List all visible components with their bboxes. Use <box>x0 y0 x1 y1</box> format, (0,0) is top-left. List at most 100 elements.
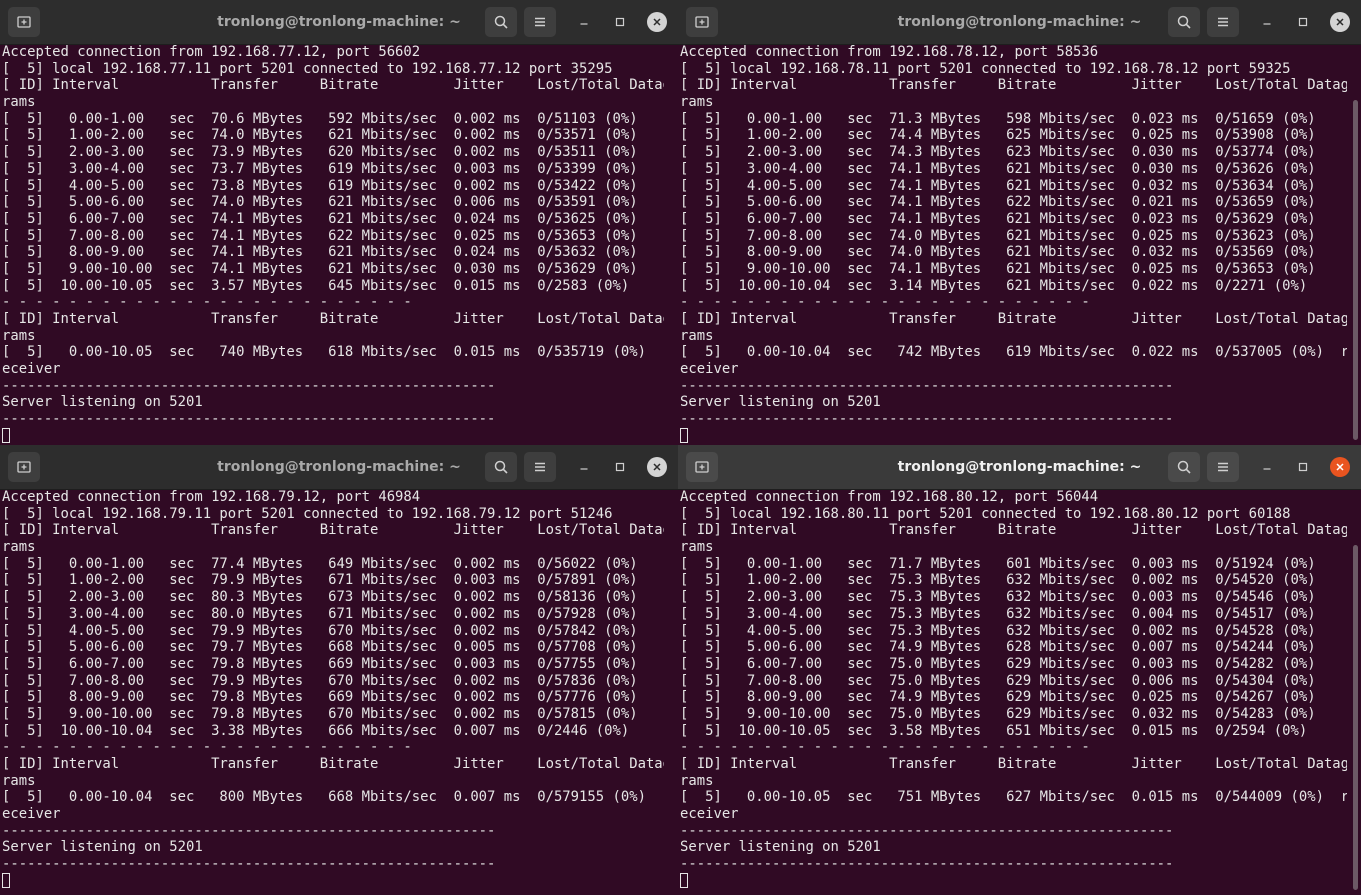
terminal-line: [ 5] 2.00-3.00 sec 73.9 MBytes 620 Mbits… <box>2 144 638 161</box>
terminal-line: ----------------------------------------… <box>2 377 496 394</box>
terminal-line: Accepted connection from 192.168.78.12, … <box>680 44 1099 60</box>
terminal-line: [ 5] 8.00-9.00 sec 79.8 MBytes 669 Mbits… <box>2 689 638 706</box>
terminal-line: [ 5] 10.00-10.04 sec 3.14 MBytes 621 Mbi… <box>680 277 1308 294</box>
minimize-button[interactable] <box>574 12 594 32</box>
minimize-button[interactable] <box>1257 12 1277 32</box>
terminal-window-top-left[interactable]: tronlong@tronlong-machine: ~ Accepted co… <box>0 0 678 445</box>
menu-button[interactable] <box>1207 452 1239 482</box>
terminal-line: [ 5] 4.00-5.00 sec 74.1 MBytes 621 Mbits… <box>680 177 1316 194</box>
terminal-output[interactable]: Accepted connection from 192.168.77.12, … <box>2 44 664 445</box>
terminal-line: Server listening on 5201 <box>680 394 881 411</box>
terminal-line: [ 5] 0.00-10.05 sec 751 MBytes 627 Mbits… <box>680 789 1347 806</box>
terminal-line: [ 5] 6.00-7.00 sec 74.1 MBytes 621 Mbits… <box>680 210 1316 227</box>
prompt-line[interactable] <box>680 427 1347 445</box>
hamburger-menu-icon <box>1218 17 1228 27</box>
hamburger-menu-icon <box>1218 462 1228 472</box>
terminal-line: - - - - - - - - - - - - - - - - - - - - … <box>2 294 412 311</box>
terminal-line: [ 5] 10.00-10.04 sec 3.38 MBytes 666 Mbi… <box>2 722 630 739</box>
terminal-line: [ 5] local 192.168.80.11 port 5201 conne… <box>680 505 1291 522</box>
terminal-line: [ 5] 1.00-2.00 sec 79.9 MBytes 671 Mbits… <box>2 572 638 589</box>
terminal-titlebar[interactable]: tronlong@tronlong-machine: ~ <box>0 0 678 45</box>
minimize-button[interactable] <box>574 457 594 477</box>
terminal-window-bottom-left[interactable]: tronlong@tronlong-machine: ~ Accepted co… <box>0 445 678 895</box>
minimize-icon <box>580 23 588 25</box>
close-icon <box>653 18 661 26</box>
terminal-line: rams <box>2 327 36 344</box>
terminal-line: [ 5] 6.00-7.00 sec 75.0 MBytes 629 Mbits… <box>680 655 1316 672</box>
terminal-line: Accepted connection from 192.168.80.12, … <box>680 489 1099 505</box>
search-button[interactable] <box>1168 452 1200 482</box>
terminal-titlebar[interactable]: tronlong@tronlong-machine: ~ <box>0 445 678 490</box>
close-button[interactable] <box>1330 457 1350 477</box>
search-button[interactable] <box>1168 7 1200 37</box>
terminal-line: eceiver <box>2 361 61 378</box>
prompt-line[interactable] <box>680 872 1347 890</box>
terminal-line: [ 5] 8.00-9.00 sec 74.1 MBytes 621 Mbits… <box>2 244 638 261</box>
minimize-button[interactable] <box>1257 457 1277 477</box>
terminal-line: [ 5] 1.00-2.00 sec 74.4 MBytes 625 Mbits… <box>680 127 1316 144</box>
text-cursor <box>680 872 688 888</box>
search-icon <box>1177 15 1191 29</box>
maximize-button[interactable] <box>610 12 630 32</box>
terminal-line: [ 5] 6.00-7.00 sec 79.8 MBytes 669 Mbits… <box>2 655 638 672</box>
terminal-line: ----------------------------------------… <box>680 822 1174 839</box>
close-button[interactable] <box>1330 12 1350 32</box>
terminal-line: [ 5] local 192.168.77.11 port 5201 conne… <box>2 60 613 77</box>
terminal-output[interactable]: Accepted connection from 192.168.79.12, … <box>2 489 664 895</box>
terminal-titlebar[interactable]: tronlong@tronlong-machine: ~ <box>678 445 1361 490</box>
terminal-line: [ 5] 0.00-10.05 sec 740 MBytes 618 Mbits… <box>2 344 664 361</box>
scrollbar[interactable] <box>1353 100 1358 440</box>
prompt-line[interactable] <box>2 427 664 445</box>
maximize-button[interactable] <box>1293 12 1313 32</box>
menu-button[interactable] <box>524 452 556 482</box>
search-button[interactable] <box>485 452 517 482</box>
terminal-window-top-right[interactable]: tronlong@tronlong-machine: ~ Accepted co… <box>678 0 1361 445</box>
prompt-line[interactable] <box>2 872 664 890</box>
menu-button[interactable] <box>524 7 556 37</box>
terminal-line: ----------------------------------------… <box>2 822 496 839</box>
maximize-icon <box>1298 462 1308 472</box>
terminal-line: [ 5] 5.00-6.00 sec 74.0 MBytes 621 Mbits… <box>2 194 638 211</box>
terminal-line: [ ID] Interval Transfer Bitrate Jitter L… <box>2 756 664 772</box>
terminal-line: [ 5] 7.00-8.00 sec 74.1 MBytes 622 Mbits… <box>2 227 638 244</box>
close-icon <box>653 463 661 471</box>
maximize-button[interactable] <box>610 457 630 477</box>
terminal-titlebar[interactable]: tronlong@tronlong-machine: ~ <box>678 0 1361 45</box>
terminal-line: [ ID] Interval Transfer Bitrate Jitter L… <box>2 311 664 327</box>
terminal-output[interactable]: Accepted connection from 192.168.80.12, … <box>680 489 1347 895</box>
terminal-line: [ 5] 2.00-3.00 sec 75.3 MBytes 632 Mbits… <box>680 589 1316 606</box>
minimize-icon <box>580 468 588 470</box>
terminal-line: [ 5] 0.00-1.00 sec 70.6 MBytes 592 Mbits… <box>2 110 638 127</box>
terminal-line: [ 5] 0.00-1.00 sec 71.7 MBytes 601 Mbits… <box>680 555 1316 572</box>
close-button[interactable] <box>647 12 667 32</box>
close-button[interactable] <box>647 457 667 477</box>
terminal-line: rams <box>680 772 714 789</box>
terminal-line: [ 5] 9.00-10.00 sec 74.1 MBytes 621 Mbit… <box>680 260 1316 277</box>
maximize-button[interactable] <box>1293 457 1313 477</box>
hamburger-menu-icon <box>535 462 545 472</box>
terminal-line: eceiver <box>680 806 739 823</box>
terminal-line: [ 5] 4.00-5.00 sec 75.3 MBytes 632 Mbits… <box>680 622 1316 639</box>
minimize-icon <box>1263 468 1271 470</box>
terminal-line: Server listening on 5201 <box>2 394 203 411</box>
terminal-line: [ ID] Interval Transfer Bitrate Jitter L… <box>680 311 1347 327</box>
terminal-line: [ 5] 7.00-8.00 sec 75.0 MBytes 629 Mbits… <box>680 672 1316 689</box>
terminal-line: [ 5] 0.00-10.04 sec 742 MBytes 619 Mbits… <box>680 344 1347 361</box>
terminal-line: [ 5] 0.00-1.00 sec 77.4 MBytes 649 Mbits… <box>2 555 638 572</box>
terminal-line: rams <box>680 327 714 344</box>
scrollbar[interactable] <box>1353 545 1358 890</box>
terminal-line: [ 5] 4.00-5.00 sec 73.8 MBytes 619 Mbits… <box>2 177 638 194</box>
terminal-line: [ 5] 10.00-10.05 sec 3.58 MBytes 651 Mbi… <box>680 722 1308 739</box>
minimize-icon <box>1263 23 1271 25</box>
terminal-line: Server listening on 5201 <box>680 839 881 856</box>
terminal-window-bottom-right[interactable]: tronlong@tronlong-machine: ~ Accepted co… <box>678 445 1361 895</box>
terminal-line: [ 5] 3.00-4.00 sec 74.1 MBytes 621 Mbits… <box>680 160 1316 177</box>
terminal-output[interactable]: Accepted connection from 192.168.78.12, … <box>680 44 1347 445</box>
search-button[interactable] <box>485 7 517 37</box>
terminal-line: [ 5] 7.00-8.00 sec 79.9 MBytes 670 Mbits… <box>2 672 638 689</box>
terminal-line: [ 5] 3.00-4.00 sec 75.3 MBytes 632 Mbits… <box>680 605 1316 622</box>
terminal-line: - - - - - - - - - - - - - - - - - - - - … <box>2 739 412 756</box>
terminal-line: Accepted connection from 192.168.77.12, … <box>2 44 421 60</box>
terminal-line: [ 5] 2.00-3.00 sec 80.3 MBytes 673 Mbits… <box>2 589 638 606</box>
menu-button[interactable] <box>1207 7 1239 37</box>
